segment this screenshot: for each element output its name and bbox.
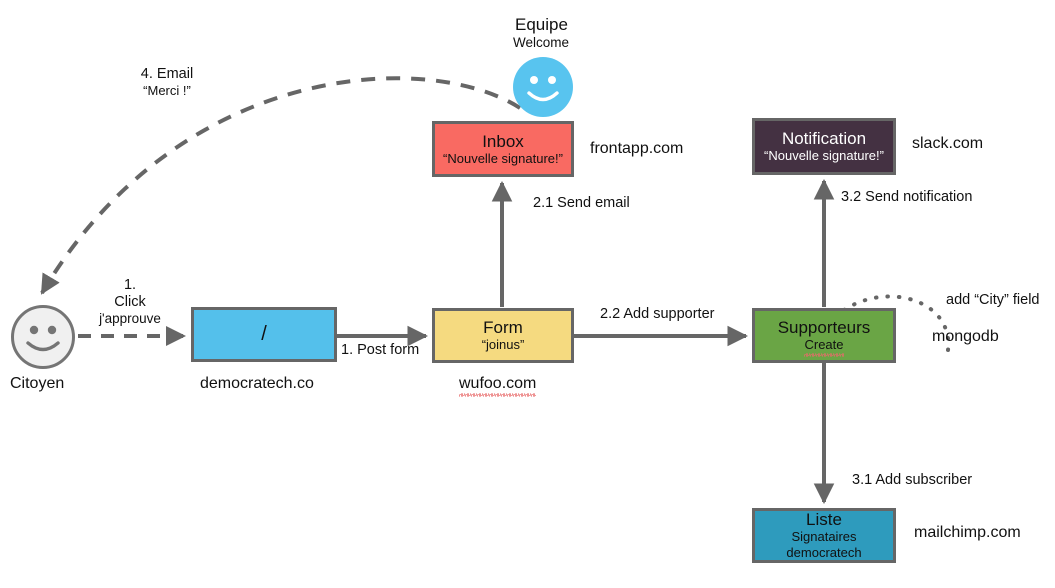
node-inbox-title: Inbox: [482, 131, 524, 151]
edge-label-send-notification: 3.2 Send notification: [841, 189, 973, 205]
node-democratech[interactable]: /: [191, 307, 337, 362]
node-liste-caption: mailchimp.com: [914, 524, 1021, 541]
diagram-canvas: Citoyen Equipe Welcome Inbox “Nouvelle s…: [0, 0, 1055, 588]
node-inbox-caption: frontapp.com: [590, 140, 684, 157]
node-liste[interactable]: Liste Signataires democratech: [752, 508, 896, 563]
node-form-title: Form: [483, 318, 523, 338]
edge-label-click-line3: j'approuve: [99, 311, 161, 327]
node-supporteurs[interactable]: Supporteurs Create: [752, 308, 896, 363]
edge-label-post-form: 1. Post form: [341, 342, 420, 358]
node-liste-sub: Signataires: [791, 529, 857, 545]
edge-label-email-merci-line2: “Merci !”: [143, 83, 191, 99]
node-form-caption-text: wufoo.com: [459, 375, 537, 397]
node-inbox[interactable]: Inbox “Nouvelle signature!”: [432, 121, 574, 177]
node-supporteurs-caption: mongodb: [932, 328, 999, 345]
edge-label-add-supporter: 2.2 Add supporter: [600, 306, 715, 322]
equipe-sublabel: Welcome: [513, 35, 570, 50]
node-inbox-sub: “Nouvelle signature!”: [443, 150, 563, 166]
node-democratech-caption: democratech.co: [200, 375, 314, 392]
node-democratech-title: /: [261, 323, 267, 346]
node-liste-title: Liste: [806, 510, 842, 530]
edge-label-send-email: 2.1 Send email: [533, 195, 630, 211]
citoyen-caption: Citoyen: [10, 375, 65, 392]
node-notification-title: Notification: [781, 129, 867, 149]
equipe-label: Equipe: [515, 15, 568, 34]
node-supporteurs-sub-wrap: Create: [804, 337, 844, 357]
node-notification[interactable]: Notification “Nouvelle signature!”: [752, 118, 896, 175]
edge-label-email-merci: 4. Email “Merci !”: [130, 66, 204, 98]
node-form-sub: “joinus”: [481, 337, 525, 353]
edge-label-add-subscriber: 3.1 Add subscriber: [852, 472, 973, 488]
citoyen-face-icon: [11, 305, 75, 369]
node-notification-caption: slack.com: [912, 135, 984, 152]
node-supporteurs-sub: Create: [804, 337, 844, 357]
equipe-face-icon: [513, 57, 573, 117]
node-supporteurs-title: Supporteurs: [777, 318, 871, 338]
edge-label-add-city-field: add “City” field: [946, 292, 1040, 308]
edge-label-click-line1: 1.: [123, 277, 137, 293]
edge-email-merci-curve: [40, 76, 522, 295]
node-notification-sub: “Nouvelle signature!”: [764, 148, 884, 164]
node-form-caption: wufoo.com: [459, 375, 537, 397]
node-form[interactable]: Form “joinus”: [432, 308, 574, 363]
edge-label-email-merci-line1: 4. Email: [140, 66, 194, 82]
edge-label-click-line2: Click: [114, 294, 146, 311]
node-liste-sub2: democratech: [786, 545, 862, 561]
edge-label-click: 1. Click j'approuve: [96, 277, 164, 327]
